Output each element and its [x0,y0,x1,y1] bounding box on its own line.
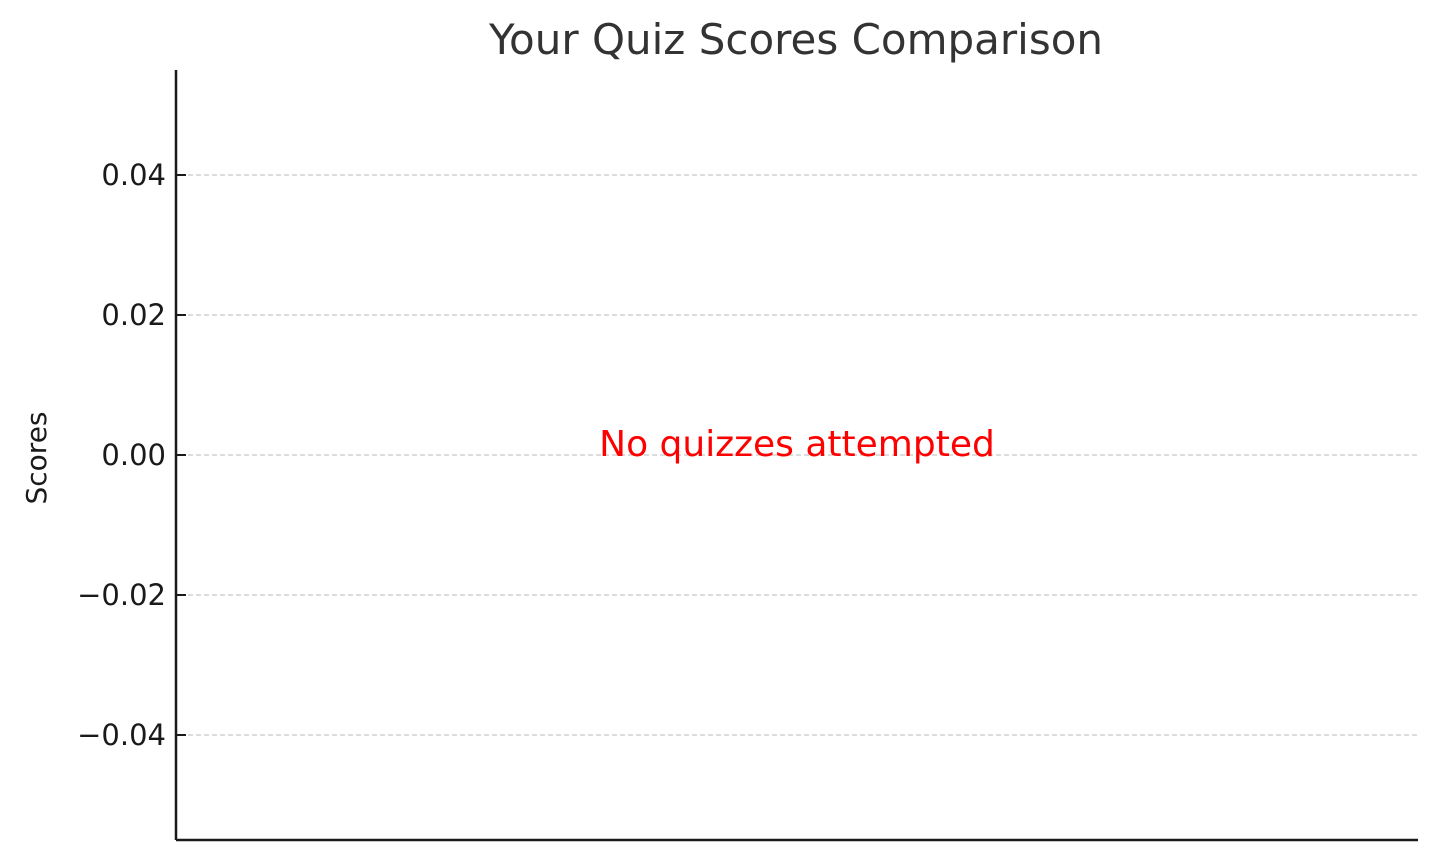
quiz-scores-chart: Your Quiz Scores Comparison Scores 0.040… [20,15,1418,842]
no-data-annotation: No quizzes attempted [599,424,995,465]
y-tick-label: −0.04 [77,718,166,752]
y-tick-label: 0.04 [101,158,166,192]
y-axis-ticks: 0.04 0.02 0.00 −0.02 −0.04 [77,158,186,752]
y-tick-label: −0.02 [77,578,166,612]
y-axis-label: Scores [20,411,53,504]
y-tick-label: 0.00 [101,438,166,472]
y-tick-label: 0.02 [101,298,166,332]
chart-title: Your Quiz Scores Comparison [488,15,1103,64]
